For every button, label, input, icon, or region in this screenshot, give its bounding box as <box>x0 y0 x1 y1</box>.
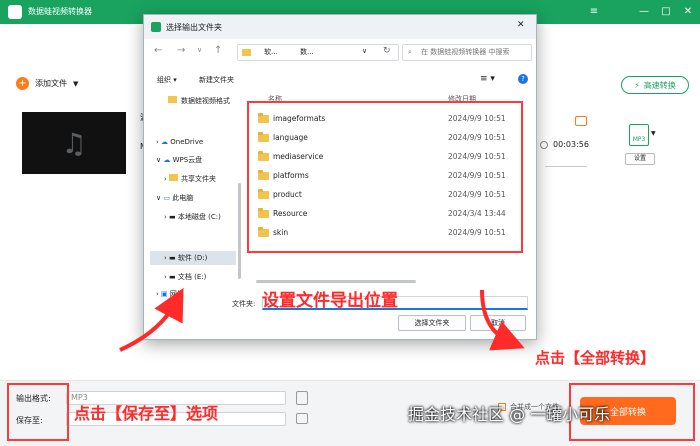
arrow-to-convert-all <box>480 289 525 351</box>
watermark: 掘金技术社区 @ 一罐小可乐 <box>408 405 611 424</box>
arrow-to-save-to <box>119 287 184 352</box>
annotation-arrows <box>119 287 525 352</box>
